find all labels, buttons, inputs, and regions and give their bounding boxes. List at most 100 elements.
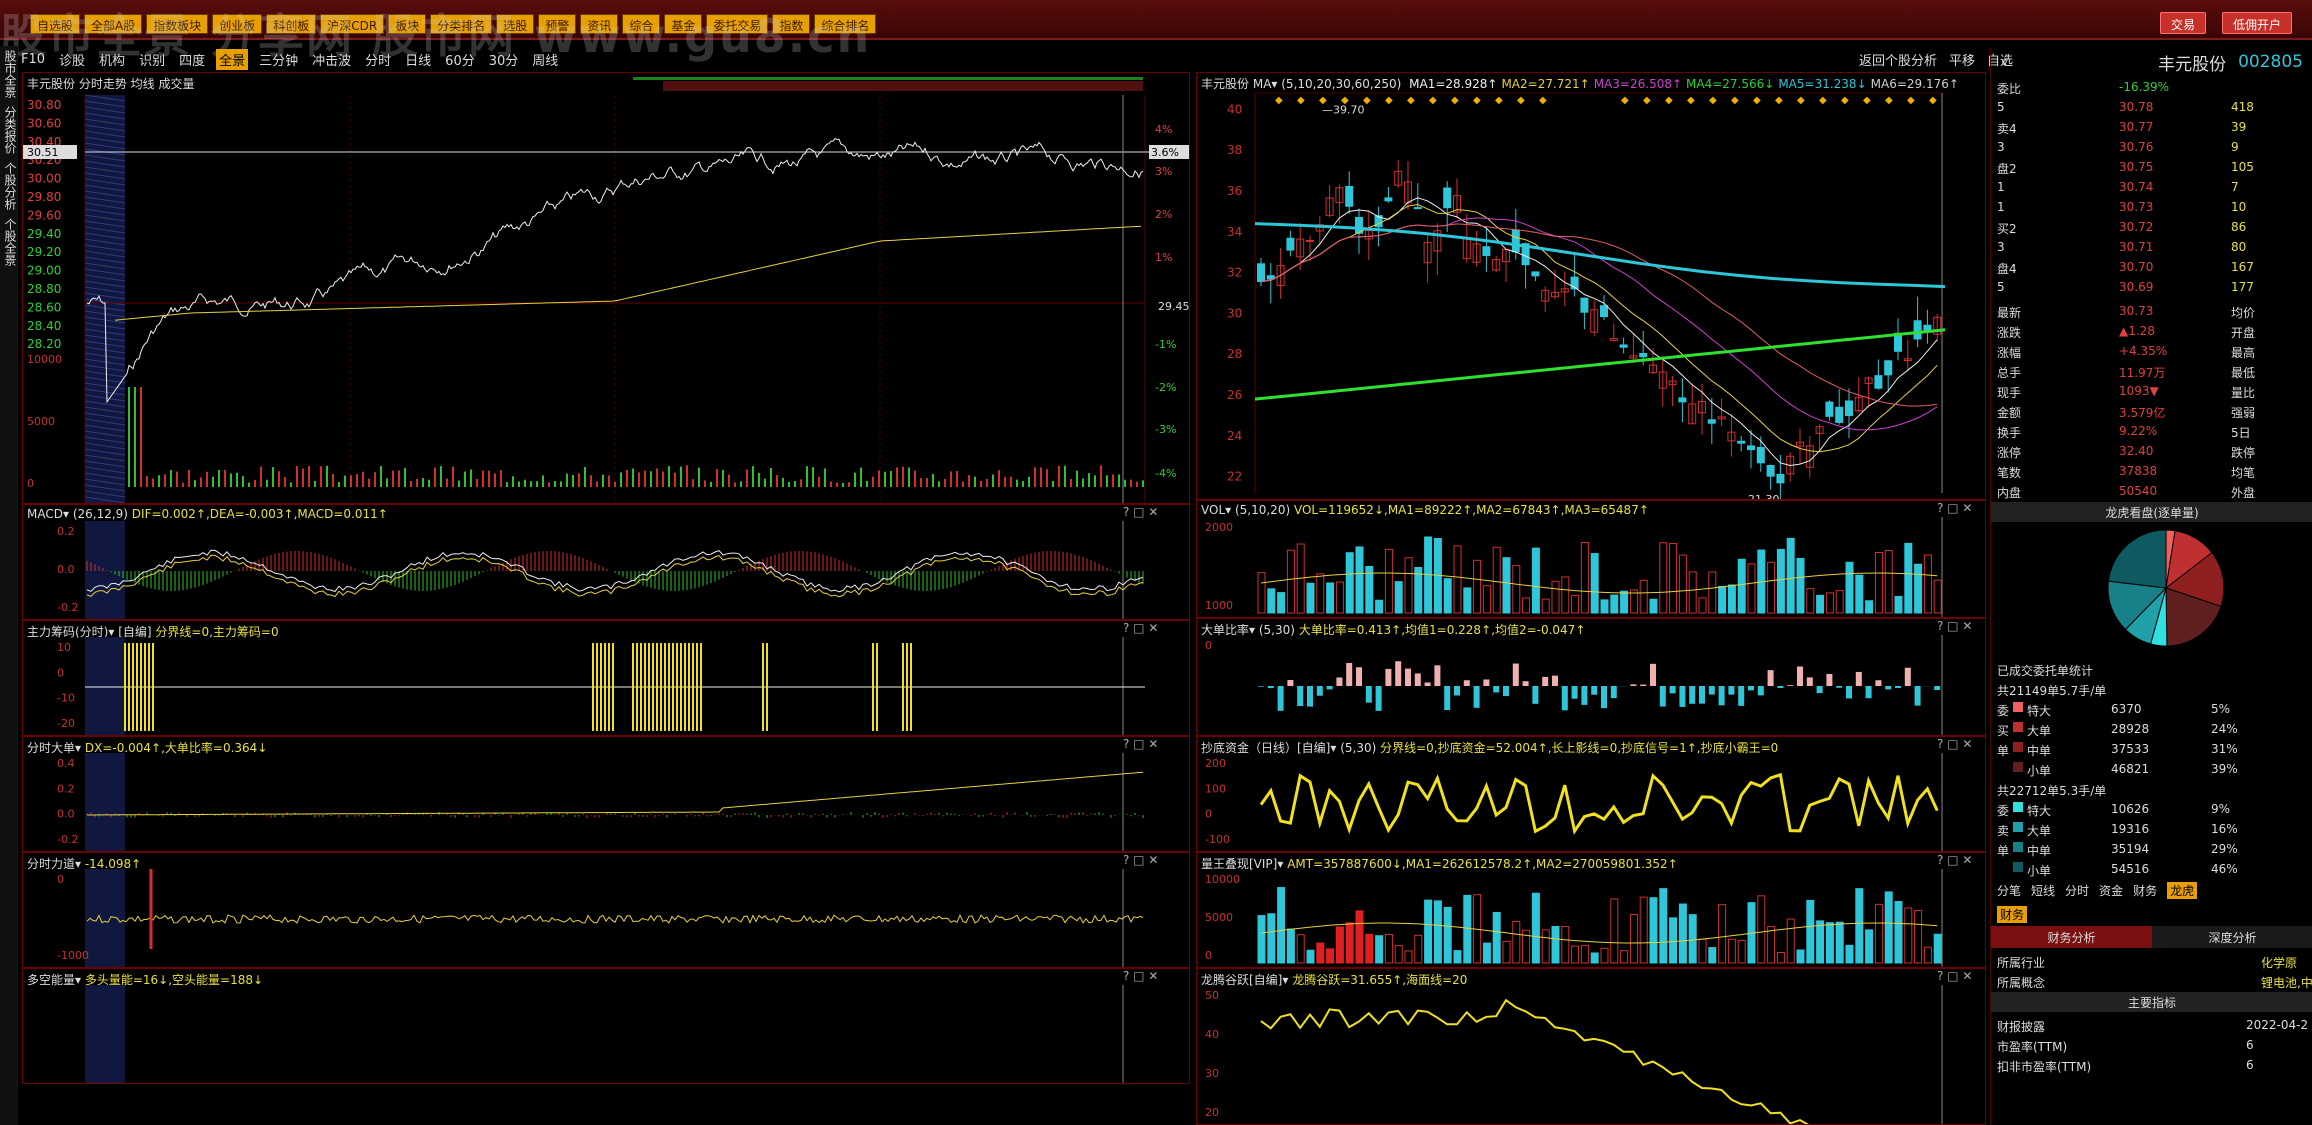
toolbar-item[interactable]: 机构: [96, 49, 128, 70]
toolbar-item[interactable]: 60分: [442, 49, 478, 70]
quote-tab[interactable]: 分笔: [1997, 882, 2021, 899]
row-label: 委比: [1997, 82, 2022, 96]
signal-diamond: ◆: [1885, 95, 1893, 106]
toolbar-item[interactable]: 四度: [176, 49, 208, 70]
intraday-chart-panel: 丰元股份 分时走势 均线 成交量 30.80 30.60 30.40 30.20 30.…: [22, 72, 1190, 504]
row-label: 中单: [2027, 844, 2052, 858]
quote-row: 卖 大单 19316 16%: [1991, 820, 2312, 840]
row-label: 换手: [1997, 426, 2022, 440]
row-extra: 80: [2231, 240, 2247, 254]
volume-bar: [1512, 920, 1521, 964]
pct-tick: -1%: [1155, 338, 1176, 351]
indicator-tick: -100: [1205, 833, 1230, 846]
ratio-bar: [1875, 680, 1882, 686]
quote-tab[interactable]: 短线: [2031, 882, 2055, 899]
candle-body: [1600, 305, 1608, 318]
toolbar-right-item[interactable]: 平移: [1949, 50, 1975, 69]
indicator-tick: 100: [1205, 782, 1226, 795]
volume-bar: [1708, 947, 1717, 964]
row-extra: 31%: [2211, 742, 2238, 756]
pie-title: 龙虎看盘(逐单量): [1991, 502, 2312, 522]
toolbar-item[interactable]: 周线: [529, 49, 561, 70]
left-nav-item[interactable]: 个股分析: [0, 158, 21, 214]
open-account-button[interactable]: 低佣开户: [2222, 12, 2293, 34]
toolbar-right-item[interactable]: 返回个股分析: [1859, 50, 1937, 69]
ratio-bar: [1669, 686, 1676, 694]
volume-bar: [1512, 565, 1521, 614]
ratio-bar: [1846, 686, 1852, 699]
dx-line: [87, 771, 1144, 816]
volume-bar: [1737, 558, 1746, 614]
finance-subtab[interactable]: 财务分析: [1991, 926, 2152, 948]
volume-bar: [1414, 934, 1423, 964]
row-value: 46821: [2111, 762, 2150, 776]
back-chevron-icon[interactable]: ‹: [2001, 52, 2008, 72]
indicator-tick: 0: [57, 873, 64, 886]
toolbar-item[interactable]: 分时: [362, 49, 394, 70]
signal-diamond: ◆: [1319, 95, 1327, 106]
finance-tag: 财务: [1997, 906, 2028, 923]
row-value: 30.73: [2119, 200, 2154, 214]
toolbar-item[interactable]: 冲击波: [309, 49, 354, 70]
ratio-bar: [1806, 677, 1813, 686]
ratio-bar: [1405, 668, 1411, 686]
row-extra: 10: [2231, 200, 2247, 214]
ratio-bar: [1738, 686, 1745, 706]
legend-swatch: [2013, 762, 2023, 772]
daily-price-tick: 24: [1227, 429, 1242, 443]
indicator-chart: 0.4 0.2 0.0 -0.2: [57, 753, 1144, 851]
indicator-tick: 0: [1205, 949, 1212, 962]
volume-bar: [1620, 590, 1629, 614]
finance-tab[interactable]: 财务: [1997, 906, 2028, 923]
ratio-bar: [1797, 666, 1803, 686]
ratio-bar: [1356, 667, 1362, 686]
ratio-bar: [1434, 665, 1441, 686]
toolbar-item[interactable]: 日线: [402, 49, 434, 70]
ratio-bar: [1444, 686, 1451, 711]
volume-bar: [1306, 949, 1315, 964]
volume-bar: [1502, 557, 1511, 614]
left-indicator-panel: 分时大单▾ DX=-0.004↑,大单比率=0.364↓? □ ✕ 0.4 0.2 0…: [22, 736, 1190, 852]
right-indicator-panel: 大单比率▾ (5,30) 大单比率=0.413↑,均值1=0.228↑,均值2=…: [1196, 618, 1986, 736]
toolbar-item[interactable]: 三分钟: [256, 49, 301, 70]
candle-body: [1531, 271, 1540, 277]
finance-subtab[interactable]: 深度分析: [2152, 926, 2312, 948]
left-indicator-panel: 主力筹码(分时)▾ [自编] 分界线=0,主力筹码=0? □ ✕ 10 0 -10 -2…: [22, 620, 1190, 736]
row-label2: 5日: [2231, 426, 2251, 440]
volume-bar: [1561, 576, 1570, 614]
row-label: 大单: [2027, 724, 2052, 738]
toolbar-item[interactable]: 识别: [136, 49, 168, 70]
indicator-tick: 30: [1205, 1067, 1219, 1080]
row-extra: 177: [2231, 280, 2254, 294]
ratio-bar: [1601, 686, 1607, 709]
signal-diamond: ◆: [1775, 95, 1783, 106]
row-extra: 39%: [2211, 762, 2238, 776]
left-nav-item[interactable]: 分类报价: [0, 102, 21, 158]
quote-tab[interactable]: 资金: [2099, 882, 2123, 899]
ratio-bar: [1297, 686, 1304, 707]
row-label: 委: [1997, 804, 2010, 818]
quote-row: 委 特大 6370 5%: [1991, 700, 2312, 720]
volume-bar: [1816, 920, 1825, 964]
daily-price-tick: 36: [1227, 184, 1242, 198]
ratio-bar: [1914, 686, 1921, 706]
row-label: 共21149单5.7手/单: [1997, 684, 2107, 698]
toolbar-item[interactable]: 诊股: [56, 49, 88, 70]
quote-tab[interactable]: 分时: [2065, 882, 2089, 899]
volume-bar: [1580, 542, 1589, 614]
volume-bar: [1443, 906, 1452, 964]
volume-bar: [1267, 588, 1276, 614]
trade-button[interactable]: 交易: [2160, 12, 2207, 34]
quote-row: 扣非市盈率(TTM) 6: [1991, 1056, 2312, 1076]
left-nav-item[interactable]: 个股全景: [0, 214, 21, 270]
toolbar-item[interactable]: 30分: [486, 49, 522, 70]
legend-swatch: [2013, 722, 2023, 732]
vol-tick: 0: [27, 477, 34, 490]
quote-tab[interactable]: 财务: [2133, 882, 2157, 899]
ratio-bar: [1757, 686, 1764, 696]
toolbar-item[interactable]: 全景: [216, 48, 249, 70]
quote-tab[interactable]: 龙虎: [2167, 882, 2198, 899]
toolbar-item[interactable]: F10: [18, 51, 48, 68]
row-extra: 9%: [2211, 802, 2231, 816]
volume-bar: [1463, 894, 1472, 964]
